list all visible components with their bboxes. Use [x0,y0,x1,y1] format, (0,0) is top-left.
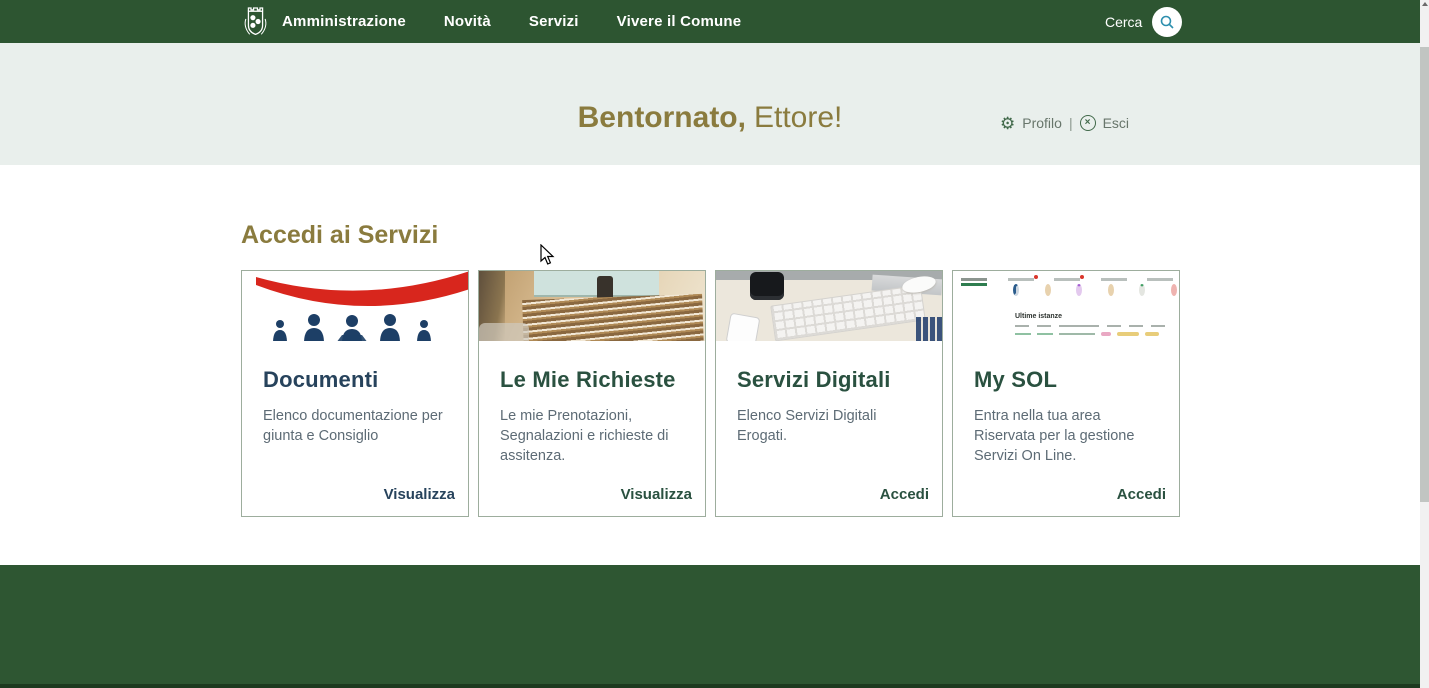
richieste-card-image [479,271,705,341]
servizi-card-image [716,271,942,341]
donut-chart [1045,284,1051,296]
desk-phone [726,313,761,341]
search-group: Cerca [1105,0,1182,43]
card-documenti[interactable]: Documenti Elenco documentazione per giun… [241,270,469,517]
scrollbar-up-arrow[interactable] [1422,2,1428,6]
mysol-preview-tab [1008,278,1034,281]
donut-chart [1171,284,1177,296]
folders-desk [479,323,529,341]
greeting-username: Ettore! [754,101,842,134]
section-title: Accedi ai Servizi [241,221,438,250]
mysol-card-body: My SOL Entra nella tua area Riservata pe… [953,341,1179,466]
greeting-word: Bentornato, [578,101,746,134]
desk-camera-lens [750,272,784,300]
mysol-preview-tab [961,278,987,281]
mysol-accedi-link[interactable]: Accedi [1117,486,1166,503]
documenti-card-image [242,271,468,341]
profile-bar: ⚙ Profilo | × Esci [1000,113,1129,133]
profile-link[interactable]: Profilo [1022,115,1062,131]
mouse-cursor [540,244,556,266]
folders-stack [522,294,704,341]
footer: Comune di Proxima Digital City Finanziat… [0,565,1420,684]
card-my-sol[interactable]: Ultime istanze My SOL Entra nella tua ar… [952,270,1180,517]
documenti-visualizza-link[interactable]: Visualizza [384,486,455,503]
municipality-crest-icon[interactable] [242,6,269,37]
donut-chart [1108,284,1114,296]
donut-chart [1076,284,1082,296]
logout-icon[interactable]: × [1080,115,1096,131]
mysol-preview-donut-charts [1013,287,1177,293]
mysol-preview-tab [1101,278,1127,281]
mysol-preview-tab [1147,278,1173,281]
gear-icon[interactable]: ⚙ [1000,115,1015,132]
mysol-card-title: My SOL [974,367,1158,393]
notification-dot [1034,275,1038,279]
nav-item-vivere-il-comune[interactable]: Vivere il Comune [617,13,742,30]
mysol-card-description: Entra nella tua area Riservata per la ge… [974,406,1158,466]
documenti-card-body: Documenti Elenco documentazione per giun… [242,341,468,446]
service-cards: Documenti Elenco documentazione per giun… [241,270,1180,517]
desk-keyboard [770,285,926,341]
page: Amministrazione Novità Servizi Vivere il… [0,0,1429,688]
nav-item-servizi[interactable]: Servizi [529,13,579,30]
richieste-card-title: Le Mie Richieste [500,367,684,393]
welcome-band: Bentornato,Ettore! ⚙ Profilo | × Esci [0,43,1420,165]
richieste-visualizza-link[interactable]: Visualizza [621,486,692,503]
mysol-card-image: Ultime istanze [953,271,1179,341]
logout-link[interactable]: Esci [1103,115,1129,131]
documenti-card-title: Documenti [263,367,447,393]
mysol-preview-table-row [1015,332,1173,336]
servizi-card-description: Elenco Servizi Digitali Erogati. [737,406,921,446]
card-servizi-digitali[interactable]: Servizi Digitali Elenco Servizi Digitali… [715,270,943,517]
nav-item-amministrazione[interactable]: Amministrazione [282,13,406,30]
mysol-preview-tab [1054,278,1080,281]
scrollbar-thumb[interactable] [1420,47,1429,502]
mysol-preview-table-header [1015,325,1173,327]
search-button[interactable] [1152,7,1182,37]
vertical-scrollbar[interactable] [1420,0,1429,688]
servizi-card-title: Servizi Digitali [737,367,921,393]
richieste-card-body: Le Mie Richieste Le mie Prenotazioni, Se… [479,341,705,466]
top-navigation-bar: Amministrazione Novità Servizi Vivere il… [0,0,1420,43]
donut-chart [1139,284,1145,296]
footer-bottom-strip [0,684,1420,688]
servizi-accedi-link[interactable]: Accedi [880,486,929,503]
search-label[interactable]: Cerca [1105,14,1142,30]
people-group-icon [266,313,446,341]
search-icon [1159,14,1175,30]
servizi-card-body: Servizi Digitali Elenco Servizi Digitali… [716,341,942,446]
desk-calculator [916,317,942,341]
mysol-preview-heading: Ultime istanze [1015,313,1062,320]
welcome-greeting: Bentornato,Ettore! [0,101,1420,135]
donut-chart [1013,284,1019,296]
nav-item-novita[interactable]: Novità [444,13,491,30]
notification-dot [1080,275,1084,279]
documenti-card-description: Elenco documentazione per giunta e Consi… [263,406,447,446]
card-le-mie-richieste[interactable]: Le Mie Richieste Le mie Prenotazioni, Se… [478,270,706,517]
profile-separator: | [1069,115,1073,131]
richieste-card-description: Le mie Prenotazioni, Segnalazioni e rich… [500,406,684,466]
